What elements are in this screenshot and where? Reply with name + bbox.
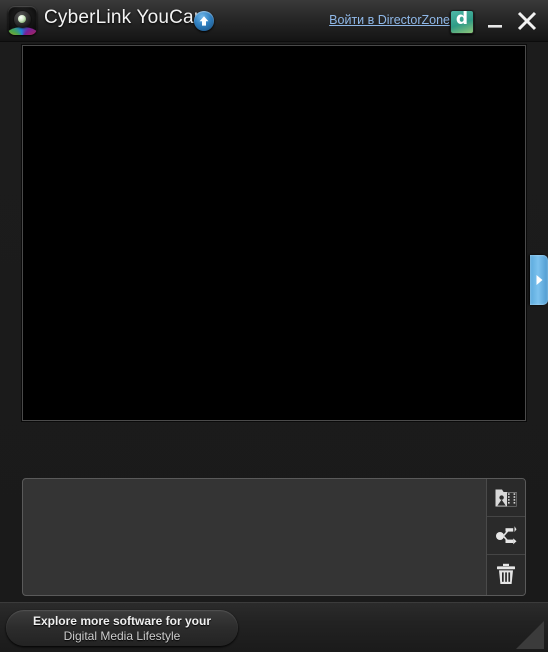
title-bar: CyberLink YouCam Войти в DirectorZone d bbox=[0, 0, 548, 42]
app-title: CyberLink YouCam bbox=[44, 7, 210, 28]
expand-side-panel-tab[interactable] bbox=[530, 255, 548, 305]
chevron-right-icon bbox=[536, 275, 543, 285]
directorzone-icon-letter: d bbox=[455, 9, 469, 29]
control-bar bbox=[0, 424, 548, 474]
minimize-icon[interactable] bbox=[482, 8, 508, 34]
promo-line-1: Explore more software for your bbox=[32, 614, 212, 628]
youcam-window: CyberLink YouCam Войти в DirectorZone d bbox=[0, 0, 548, 652]
directorzone-login-link[interactable]: Войти в DirectorZone bbox=[329, 13, 450, 27]
logo-lens-inner bbox=[18, 15, 26, 23]
gallery-tool-column bbox=[486, 479, 525, 595]
close-icon[interactable] bbox=[514, 8, 540, 34]
youcam-lens-logo-icon bbox=[8, 6, 37, 35]
media-library-button[interactable] bbox=[487, 479, 525, 517]
upgrade-arrow-icon[interactable] bbox=[194, 11, 214, 31]
share-button[interactable] bbox=[487, 517, 525, 555]
logo-rainbow-arc bbox=[8, 27, 37, 35]
share-nodes-icon bbox=[496, 525, 517, 544]
directorzone-icon[interactable]: d bbox=[450, 9, 474, 34]
trash-icon bbox=[497, 563, 515, 584]
bottom-bar: Explore more software for your Digital M… bbox=[0, 602, 548, 652]
camera-preview[interactable] bbox=[22, 45, 526, 421]
promo-banner[interactable]: Explore more software for your Digital M… bbox=[6, 610, 238, 646]
resize-grip-icon[interactable] bbox=[515, 620, 545, 650]
filmstrip-photo-icon bbox=[495, 489, 517, 506]
promo-line-2: Digital Media Lifestyle bbox=[63, 629, 181, 643]
delete-button[interactable] bbox=[487, 555, 525, 593]
captured-media-gallery[interactable] bbox=[22, 478, 526, 596]
